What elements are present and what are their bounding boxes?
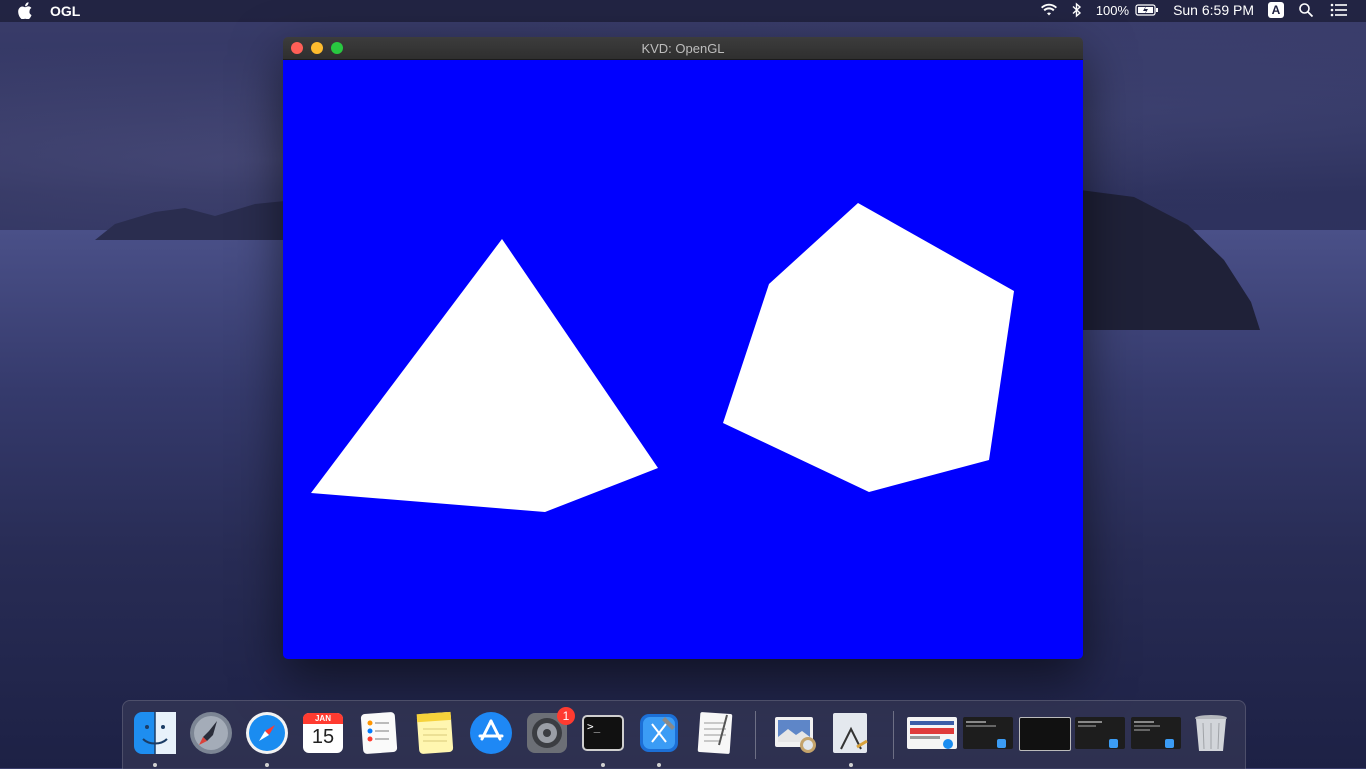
xcode-icon[interactable] bbox=[635, 709, 683, 757]
input-source-icon[interactable]: A bbox=[1268, 2, 1284, 18]
opengl-window: KVD: OpenGL bbox=[283, 37, 1083, 659]
dock: JAN 15 1 >_ bbox=[122, 700, 1246, 769]
dock-separator bbox=[893, 711, 894, 759]
window-title: KVD: OpenGL bbox=[641, 41, 725, 56]
trash-icon[interactable] bbox=[1187, 709, 1235, 757]
terminal-icon[interactable]: >_ bbox=[579, 709, 627, 757]
finder-running-dot bbox=[153, 763, 157, 767]
bluetooth-icon[interactable] bbox=[1072, 2, 1082, 18]
window-titlebar[interactable]: KVD: OpenGL bbox=[283, 37, 1083, 60]
utilities-icon[interactable] bbox=[827, 709, 875, 757]
menu-bar: OGL 100% Sun 6:59 PM A bbox=[0, 0, 1366, 22]
terminal-running-dot bbox=[601, 763, 605, 767]
safari-running-dot bbox=[265, 763, 269, 767]
textedit-icon[interactable] bbox=[691, 709, 739, 757]
minimized-window-terminal-2[interactable] bbox=[1019, 717, 1071, 751]
minimized-window-safari[interactable] bbox=[907, 717, 957, 749]
launchpad-icon[interactable] bbox=[187, 709, 235, 757]
notification-center-icon[interactable] bbox=[1330, 2, 1348, 18]
terminal-prompt: >_ bbox=[587, 720, 601, 733]
notification-badge: 1 bbox=[557, 707, 575, 725]
opengl-canvas[interactable] bbox=[283, 60, 1083, 659]
notes-icon[interactable] bbox=[411, 709, 459, 757]
pyramid-shape bbox=[311, 239, 658, 512]
menubar-clock[interactable]: Sun 6:59 PM bbox=[1173, 2, 1254, 18]
battery-percent[interactable]: 100% bbox=[1096, 3, 1129, 18]
apple-menu-icon[interactable] bbox=[18, 2, 32, 20]
preview-icon[interactable] bbox=[771, 709, 819, 757]
calendar-day: 15 bbox=[311, 726, 335, 748]
finder-icon[interactable] bbox=[131, 709, 179, 757]
battery-charging-icon[interactable] bbox=[1135, 2, 1159, 18]
app-store-icon[interactable] bbox=[467, 709, 515, 757]
minimized-window-terminal-1[interactable] bbox=[963, 717, 1013, 749]
calendar-icon[interactable]: JAN 15 bbox=[299, 709, 347, 757]
minimized-window-terminal-3[interactable] bbox=[1075, 717, 1125, 749]
utilities-running-dot bbox=[849, 763, 853, 767]
dock-separator bbox=[755, 711, 756, 759]
wifi-icon[interactable] bbox=[1040, 2, 1058, 18]
reminders-icon[interactable] bbox=[355, 709, 403, 757]
app-menu-name[interactable]: OGL bbox=[50, 3, 80, 19]
spotlight-search-icon[interactable] bbox=[1298, 2, 1316, 18]
calendar-month: JAN bbox=[314, 714, 331, 723]
xcode-running-dot bbox=[657, 763, 661, 767]
safari-icon[interactable] bbox=[243, 709, 291, 757]
minimized-window-xcode[interactable] bbox=[1131, 717, 1181, 749]
system-preferences-icon[interactable]: 1 bbox=[523, 707, 575, 757]
cube-shape bbox=[723, 203, 1014, 492]
